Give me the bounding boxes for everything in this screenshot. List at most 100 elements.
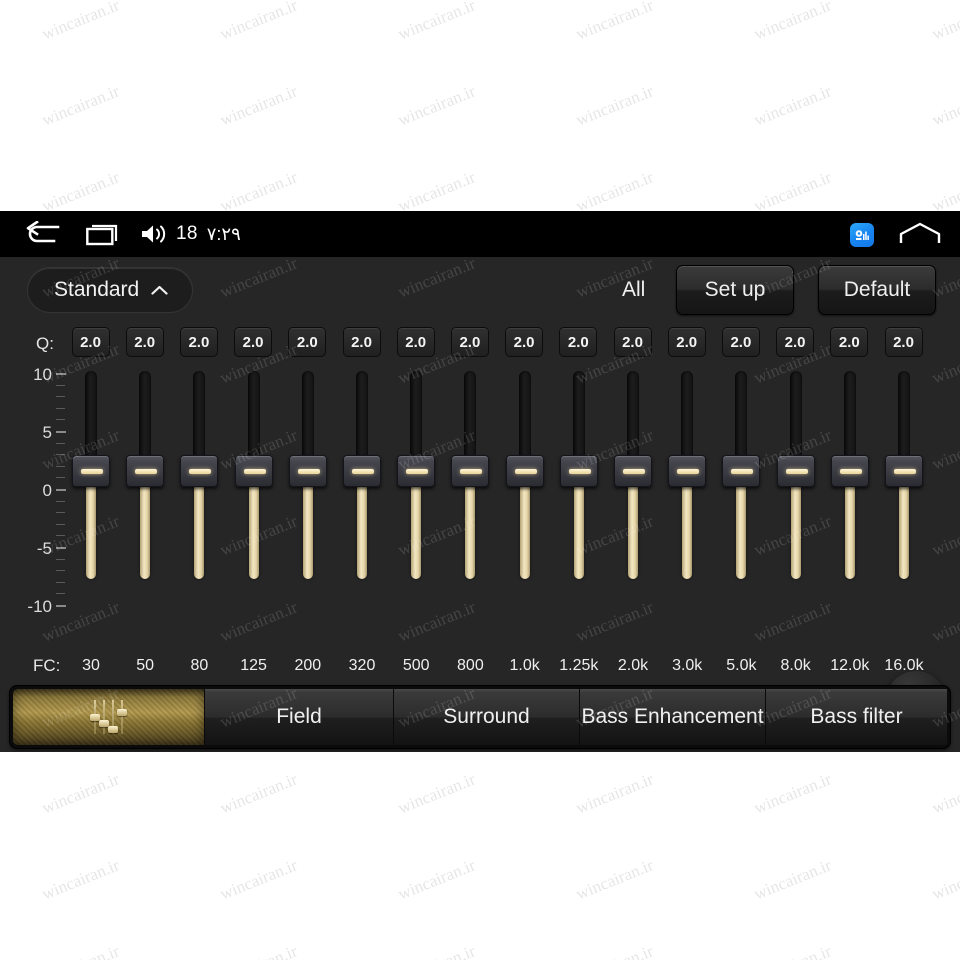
- axis-tick: [56, 593, 65, 595]
- watermark: wincairan.ir: [39, 855, 123, 904]
- eq-slider-2.0k[interactable]: [614, 365, 652, 647]
- q-box-5.0k[interactable]: 2.0: [721, 327, 760, 357]
- eq-slider-12.0k[interactable]: [830, 365, 869, 647]
- tab-bass-filter[interactable]: Bass filter: [766, 689, 947, 745]
- equalizer-app-icon[interactable]: [850, 223, 874, 247]
- volume-icon[interactable]: [140, 211, 170, 257]
- eq-slider-16.0k[interactable]: [885, 365, 923, 647]
- recents-icon[interactable]: [86, 211, 120, 257]
- q-box-16.0k[interactable]: 2.0: [884, 327, 923, 357]
- device-screen: 18 ٧:٢٩ Standard All Set up Default Q: 2…: [0, 211, 960, 752]
- watermark: wincairan.ir: [395, 0, 479, 44]
- q-box-320[interactable]: 2.0: [342, 327, 381, 357]
- watermark: wincairan.ir: [751, 855, 835, 904]
- axis-tick: [56, 581, 65, 583]
- status-bar-text: 18 ٧:٢٩: [176, 211, 241, 257]
- tab-equalizer[interactable]: [13, 689, 205, 745]
- home-icon[interactable]: [898, 211, 942, 257]
- slider-thumb[interactable]: [668, 455, 707, 487]
- slider-thumb[interactable]: [397, 455, 436, 487]
- axis-tick: [56, 442, 65, 444]
- eq-slider-30[interactable]: [72, 365, 110, 647]
- fc-label-800: 800: [457, 657, 484, 674]
- slider-thumb[interactable]: [126, 455, 165, 487]
- q-box-30[interactable]: 2.0: [71, 327, 110, 357]
- watermark: wincairan.ir: [217, 0, 301, 44]
- fc-label-125: 125: [240, 657, 267, 674]
- chevron-up-icon: [151, 278, 168, 302]
- q-box-500[interactable]: 2.0: [396, 327, 435, 357]
- slider-thumb[interactable]: [559, 455, 598, 487]
- eq-slider-8.0k[interactable]: [776, 365, 815, 647]
- tab-field[interactable]: Field: [205, 689, 394, 745]
- y-axis-label--5: -5: [36, 539, 52, 558]
- slider-thumb[interactable]: [505, 455, 544, 487]
- watermark: wincairan.ir: [751, 167, 835, 216]
- y-axis-label-5: 5: [42, 423, 52, 442]
- slider-thumb[interactable]: [180, 455, 219, 487]
- watermark: wincairan.ir: [929, 769, 960, 818]
- axis-tick: [56, 465, 65, 467]
- slider-thumb[interactable]: [72, 455, 110, 487]
- slider-thumb[interactable]: [885, 455, 923, 487]
- tab-bass-enhancement[interactable]: Bass Enhancement: [580, 689, 766, 745]
- q-box-3.0k[interactable]: 2.0: [667, 327, 706, 357]
- watermark: wincairan.ir: [573, 855, 657, 904]
- eq-slider-3.0k[interactable]: [668, 365, 707, 647]
- fc-label-30: 30: [82, 657, 100, 674]
- fc-label-8.0k: 8.0k: [780, 657, 811, 674]
- q-box-2.0k[interactable]: 2.0: [613, 327, 652, 357]
- eq-slider-1.25k[interactable]: [559, 365, 598, 647]
- q-box-8.0k[interactable]: 2.0: [776, 327, 815, 357]
- q-box-80[interactable]: 2.0: [179, 327, 218, 357]
- watermark: wincairan.ir: [217, 167, 301, 216]
- tab-surround[interactable]: Surround: [394, 689, 580, 745]
- slider-thumb[interactable]: [614, 455, 652, 487]
- watermark: wincairan.ir: [573, 0, 657, 44]
- q-box-50[interactable]: 2.0: [125, 327, 164, 357]
- q-box-1.25k[interactable]: 2.0: [559, 327, 598, 357]
- eq-slider-5.0k[interactable]: [722, 365, 761, 647]
- preset-dropdown-button[interactable]: Standard: [27, 267, 194, 313]
- watermark: wincairan.ir: [751, 941, 834, 960]
- slider-track-upper: [789, 371, 802, 467]
- eq-slider-800[interactable]: [451, 365, 490, 647]
- slider-thumb[interactable]: [451, 455, 490, 487]
- slider-thumb[interactable]: [343, 455, 381, 487]
- q-box-1.0k[interactable]: 2.0: [505, 327, 544, 357]
- slider-thumb[interactable]: [288, 455, 327, 487]
- y-axis-labels: 10 5 0 -5 -10: [0, 365, 52, 647]
- slider-track-upper: [247, 371, 260, 467]
- q-box-800[interactable]: 2.0: [450, 327, 489, 357]
- back-arrow-icon[interactable]: [24, 211, 62, 257]
- slider-thumb[interactable]: [830, 455, 869, 487]
- eq-slider-80[interactable]: [180, 365, 219, 647]
- watermark: wincairan.ir: [573, 769, 657, 818]
- eq-slider-320[interactable]: [343, 365, 381, 647]
- tab-label: Bass Enhancement: [581, 705, 764, 728]
- axis-tick: [56, 500, 65, 502]
- fc-label-12.0k: 12.0k: [830, 657, 870, 674]
- q-box-12.0k[interactable]: 2.0: [830, 327, 869, 357]
- q-box-200[interactable]: 2.0: [288, 327, 327, 357]
- eq-slider-500[interactable]: [397, 365, 436, 647]
- eq-slider-125[interactable]: [234, 365, 273, 647]
- watermark: wincairan.ir: [751, 0, 835, 44]
- eq-slider-1.0k[interactable]: [505, 365, 544, 647]
- fc-row-label: FC:: [33, 656, 61, 675]
- all-label[interactable]: All: [622, 267, 645, 313]
- slider-thumb[interactable]: [722, 455, 761, 487]
- slider-track-upper: [843, 371, 856, 467]
- eq-graph-area: 10 5 0 -5 -10: [0, 365, 960, 731]
- q-box-125[interactable]: 2.0: [234, 327, 273, 357]
- watermark: wincairan.ir: [217, 941, 300, 960]
- axis-tick: [56, 431, 66, 433]
- default-button[interactable]: Default: [818, 265, 936, 315]
- slider-track-upper: [464, 371, 477, 467]
- slider-thumb[interactable]: [234, 455, 273, 487]
- slider-thumb[interactable]: [776, 455, 815, 487]
- setup-button[interactable]: Set up: [676, 265, 794, 315]
- eq-slider-50[interactable]: [126, 365, 165, 647]
- axis-tick: [56, 419, 65, 421]
- eq-slider-200[interactable]: [288, 365, 327, 647]
